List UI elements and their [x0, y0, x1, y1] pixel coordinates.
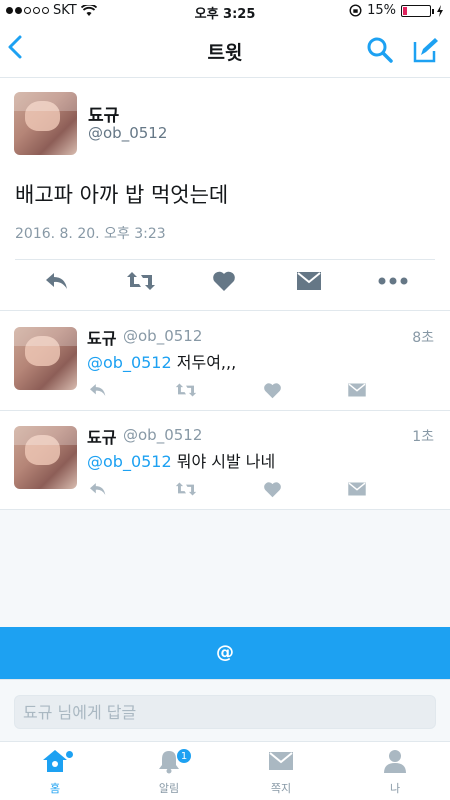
retweet-icon [175, 482, 197, 496]
tab-label: 알림 [158, 782, 180, 795]
author-name[interactable]: 됴규 [88, 101, 119, 126]
tab-bar: 홈 1 알림 쪽지 나 [0, 741, 450, 800]
search-button[interactable] [366, 36, 394, 68]
like-button[interactable] [263, 382, 282, 403]
like-button[interactable] [212, 270, 236, 296]
tweet-body-text: 저두여,,, [171, 353, 237, 372]
author-handle[interactable]: @ob_0512 [123, 327, 202, 345]
envelope-icon [269, 752, 293, 770]
tweet-actions [0, 270, 450, 300]
tab-home[interactable]: 홈 [10, 748, 100, 796]
mention-link[interactable]: @ob_0512 [87, 452, 172, 471]
envelope-icon [297, 272, 321, 290]
status-bar: SKT 오후 3:25 15% [0, 0, 450, 22]
retweet-button[interactable] [126, 270, 156, 296]
avatar[interactable] [14, 327, 77, 390]
mention-bar[interactable]: @ [0, 627, 450, 679]
reply-icon [90, 483, 106, 495]
tab-label: 쪽지 [270, 782, 292, 795]
retweet-icon [127, 272, 155, 290]
retweet-icon [175, 383, 197, 397]
author-name[interactable]: 됴규 [87, 424, 116, 448]
reply-button[interactable] [88, 382, 108, 402]
home-icon [43, 750, 67, 772]
tweet-body-text: 뭐야 시발 나네 [171, 452, 276, 471]
mention-link[interactable]: @ob_0512 [87, 353, 172, 372]
heart-icon [264, 482, 281, 498]
retweet-button[interactable] [174, 481, 198, 501]
reply-tweet[interactable]: 됴규 @ob_0512 8초 @ob_0512 저두여,,, [0, 312, 450, 411]
envelope-icon [348, 482, 366, 496]
reply-tweet[interactable]: 됴규 @ob_0512 1초 @ob_0512 뭐야 시발 나네 [0, 411, 450, 510]
more-icon [378, 277, 408, 285]
reply-input[interactable] [14, 695, 436, 729]
reply-button[interactable] [44, 270, 70, 296]
tab-me[interactable]: 나 [350, 748, 440, 796]
tab-notifications[interactable]: 1 알림 [124, 748, 214, 796]
author-handle[interactable]: @ob_0512 [88, 124, 167, 142]
message-button[interactable] [347, 382, 367, 402]
reply-icon [90, 384, 106, 396]
message-button[interactable] [296, 270, 322, 296]
avatar[interactable] [14, 92, 77, 155]
like-button[interactable] [263, 481, 282, 502]
reply-button[interactable] [88, 481, 108, 501]
tweet-text: @ob_0512 뭐야 시발 나네 [87, 448, 275, 472]
tweet-text: @ob_0512 저두여,,, [87, 349, 236, 373]
charging-icon [437, 4, 443, 17]
tweet-text: 배고파 아까 밥 먹엇는데 [15, 183, 229, 207]
reply-icon [46, 273, 67, 289]
envelope-icon [348, 383, 366, 397]
compose-button[interactable] [412, 36, 440, 68]
heart-icon [264, 383, 281, 399]
tab-messages[interactable]: 쪽지 [236, 748, 326, 796]
tweet-time: 8초 [412, 330, 434, 346]
search-icon [367, 37, 393, 63]
new-content-dot [66, 751, 73, 758]
rotation-lock-icon [349, 4, 362, 17]
tweet-time: 1초 [412, 429, 434, 445]
avatar[interactable] [14, 426, 77, 489]
tweet-date: 2016. 8. 20. 오후 3:23 [15, 226, 166, 242]
tab-label: 나 [389, 782, 401, 795]
main-tweet: 됴규 @ob_0512 배고파 아까 밥 먹엇는데 2016. 8. 20. 오… [0, 79, 450, 311]
divider [15, 259, 435, 260]
more-button[interactable] [378, 270, 408, 296]
tab-label: 홈 [49, 782, 61, 795]
compose-icon [413, 38, 438, 63]
status-right: 15% [349, 3, 444, 18]
author-handle[interactable]: @ob_0512 [123, 426, 202, 444]
retweet-button[interactable] [174, 382, 198, 402]
person-icon [384, 750, 406, 773]
message-button[interactable] [347, 481, 367, 501]
heart-icon [213, 271, 235, 291]
notification-badge: 1 [176, 748, 192, 764]
empty-area [0, 510, 450, 627]
author-name[interactable]: 됴규 [87, 325, 116, 349]
reply-composer [0, 679, 450, 741]
battery-icon [401, 4, 434, 17]
battery-percent: 15% [367, 3, 396, 18]
nav-bar: 트윗 [0, 22, 450, 78]
